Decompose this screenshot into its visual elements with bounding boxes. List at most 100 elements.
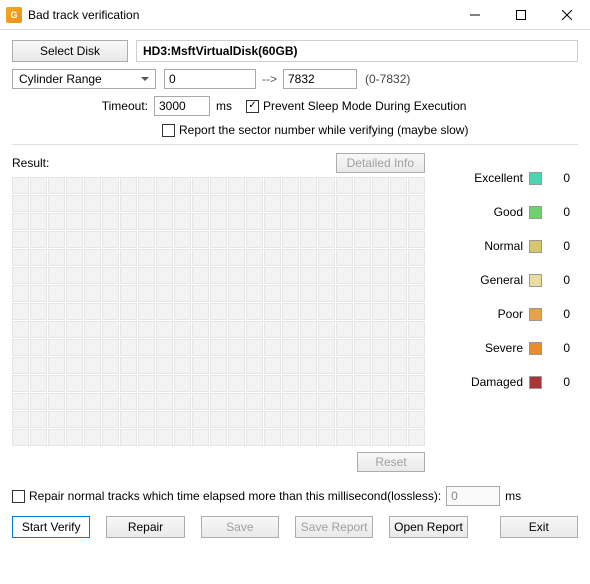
grid-cell: [174, 267, 191, 284]
timeout-label: Timeout:: [12, 99, 154, 113]
grid-cell: [246, 249, 263, 266]
grid-cell: [300, 213, 317, 230]
grid-cell: [246, 303, 263, 320]
legend-label: Good: [494, 205, 523, 219]
grid-cell: [66, 267, 83, 284]
grid-cell: [354, 411, 371, 428]
grid-cell: [102, 195, 119, 212]
grid-cell: [318, 267, 335, 284]
grid-cell: [174, 285, 191, 302]
grid-cell: [228, 429, 245, 446]
grid-cell: [408, 339, 425, 356]
grid-cell: [282, 195, 299, 212]
grid-cell: [84, 339, 101, 356]
grid-cell: [264, 339, 281, 356]
grid-cell: [282, 429, 299, 446]
grid-cell: [12, 375, 29, 392]
grid-cell: [264, 177, 281, 194]
grid-cell: [48, 321, 65, 338]
cylinder-range-select[interactable]: Cylinder Range: [12, 69, 156, 89]
grid-cell: [390, 393, 407, 410]
grid-cell: [354, 321, 371, 338]
grid-cell: [282, 267, 299, 284]
repair-threshold-input[interactable]: [446, 486, 500, 506]
legend-row: Excellent0: [437, 171, 570, 185]
titlebar: G Bad track verification: [0, 0, 590, 30]
report-sector-checkbox[interactable]: Report the sector number while verifying…: [162, 123, 468, 137]
grid-cell: [102, 213, 119, 230]
grid-cell: [336, 231, 353, 248]
maximize-button[interactable]: [498, 0, 544, 30]
grid-cell: [210, 411, 227, 428]
grid-cell: [174, 357, 191, 374]
grid-cell: [390, 285, 407, 302]
timeout-input[interactable]: [154, 96, 210, 116]
grid-cell: [300, 357, 317, 374]
grid-cell: [192, 321, 209, 338]
grid-cell: [210, 195, 227, 212]
grid-cell: [300, 393, 317, 410]
grid-cell: [408, 285, 425, 302]
grid-cell: [30, 267, 47, 284]
grid-cell: [66, 285, 83, 302]
grid-cell: [174, 339, 191, 356]
minimize-button[interactable]: [452, 0, 498, 30]
grid-cell: [30, 285, 47, 302]
grid-cell: [192, 411, 209, 428]
grid-cell: [120, 357, 137, 374]
repair-tracks-checkbox[interactable]: Repair normal tracks which time elapsed …: [12, 489, 441, 503]
grid-cell: [228, 411, 245, 428]
grid-cell: [48, 285, 65, 302]
cylinder-to-input[interactable]: [283, 69, 357, 89]
grid-cell: [390, 231, 407, 248]
grid-cell: [174, 429, 191, 446]
reset-button[interactable]: Reset: [357, 452, 425, 472]
grid-cell: [66, 339, 83, 356]
grid-cell: [84, 195, 101, 212]
grid-cell: [318, 231, 335, 248]
grid-cell: [246, 231, 263, 248]
grid-cell: [30, 213, 47, 230]
grid-cell: [102, 339, 119, 356]
grid-cell: [300, 303, 317, 320]
result-label: Result:: [12, 156, 336, 170]
grid-cell: [246, 195, 263, 212]
open-report-button[interactable]: Open Report: [389, 516, 467, 538]
grid-cell: [192, 429, 209, 446]
grid-cell: [156, 339, 173, 356]
grid-cell: [210, 321, 227, 338]
grid-cell: [84, 375, 101, 392]
grid-cell: [48, 267, 65, 284]
grid-cell: [282, 321, 299, 338]
select-disk-button[interactable]: Select Disk: [12, 40, 128, 62]
grid-cell: [282, 411, 299, 428]
cylinder-from-input[interactable]: [164, 69, 256, 89]
grid-cell: [120, 411, 137, 428]
grid-cell: [318, 339, 335, 356]
legend-label: Excellent: [474, 171, 523, 185]
start-verify-button[interactable]: Start Verify: [12, 516, 90, 538]
grid-cell: [30, 411, 47, 428]
grid-cell: [192, 339, 209, 356]
close-button[interactable]: [544, 0, 590, 30]
grid-cell: [30, 231, 47, 248]
grid-cell: [156, 429, 173, 446]
save-button[interactable]: Save: [201, 516, 279, 538]
grid-cell: [318, 285, 335, 302]
legend-label: Damaged: [471, 375, 523, 389]
grid-cell: [390, 303, 407, 320]
grid-cell: [354, 429, 371, 446]
grid-cell: [174, 411, 191, 428]
exit-button[interactable]: Exit: [500, 516, 578, 538]
grid-cell: [12, 429, 29, 446]
grid-cell: [300, 195, 317, 212]
grid-cell: [246, 393, 263, 410]
repair-button[interactable]: Repair: [106, 516, 184, 538]
prevent-sleep-checkbox[interactable]: Prevent Sleep Mode During Execution: [246, 99, 466, 113]
detailed-info-button[interactable]: Detailed Info: [336, 153, 425, 173]
grid-cell: [12, 321, 29, 338]
save-report-button[interactable]: Save Report: [295, 516, 373, 538]
window-title: Bad track verification: [28, 8, 452, 22]
grid-cell: [174, 213, 191, 230]
grid-cell: [156, 231, 173, 248]
